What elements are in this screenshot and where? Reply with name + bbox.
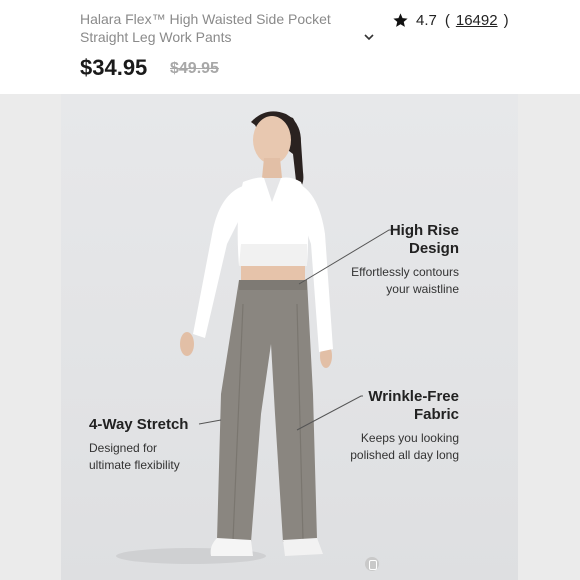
- callout-wrinkle-heading-2: Fabric: [413, 406, 459, 423]
- callout-high-rise-heading-1: High Rise: [389, 222, 459, 239]
- head: [253, 116, 291, 164]
- callout-stretch-heading: 4-Way Stretch: [89, 416, 189, 433]
- original-price: $49.95: [170, 60, 219, 77]
- crop-top-shade: [239, 244, 307, 266]
- callout-high-rise-heading-2: Design: [408, 240, 459, 257]
- callout-wrinkle-desc-2: polished all day long: [350, 448, 459, 462]
- rating-summary: 4.7 ( 16492 ): [392, 10, 509, 30]
- callout-wrinkle-heading-1: Wrinkle-Free: [368, 388, 459, 405]
- callout-wrinkle-desc-1: Keeps you looking: [360, 431, 459, 445]
- sale-price: $34.95: [80, 55, 148, 80]
- review-count-link[interactable]: 16492: [456, 12, 498, 29]
- left-hand: [180, 332, 194, 356]
- neck: [262, 158, 282, 178]
- left-gutter: [0, 94, 61, 580]
- image-dot-icon[interactable]: [365, 557, 379, 571]
- product-title-line-1: Halara Flex™ High Waisted Side Pocket: [80, 11, 331, 27]
- midriff: [241, 266, 305, 280]
- right-shoe: [283, 538, 323, 556]
- callout-wrinkle-free: Wrinkle-Free Fabric Keeps you looking po…: [319, 388, 459, 464]
- product-header: Halara Flex™ High Waisted Side Pocket St…: [0, 0, 580, 94]
- product-image[interactable]: High Rise Design Effortlessly contours y…: [61, 94, 518, 580]
- callout-4-way-stretch: 4-Way Stretch Designed for ultimate flex…: [89, 416, 219, 474]
- chevron-down-icon[interactable]: [362, 30, 376, 44]
- pants-waistband: [239, 280, 307, 290]
- rating-value: 4.7: [416, 11, 437, 29]
- callout-stretch-desc-1: Designed for: [89, 441, 158, 455]
- left-shoe: [210, 538, 253, 556]
- paren-close: ): [503, 11, 509, 29]
- model-illustration: [116, 111, 391, 564]
- product-title-line-2: Straight Leg Work Pants: [80, 29, 232, 45]
- product-title[interactable]: Halara Flex™ High Waisted Side Pocket St…: [80, 10, 380, 46]
- callout-high-rise-desc-2: your waistline: [386, 282, 459, 296]
- callout-high-rise: High Rise Design Effortlessly contours y…: [319, 222, 459, 298]
- callout-high-rise-desc-1: Effortlessly contours: [351, 265, 459, 279]
- right-gutter: [518, 94, 580, 580]
- callout-stretch-desc-2: ultimate flexibility: [89, 458, 180, 472]
- paren-open: (: [444, 11, 450, 29]
- star-icon: [393, 12, 408, 27]
